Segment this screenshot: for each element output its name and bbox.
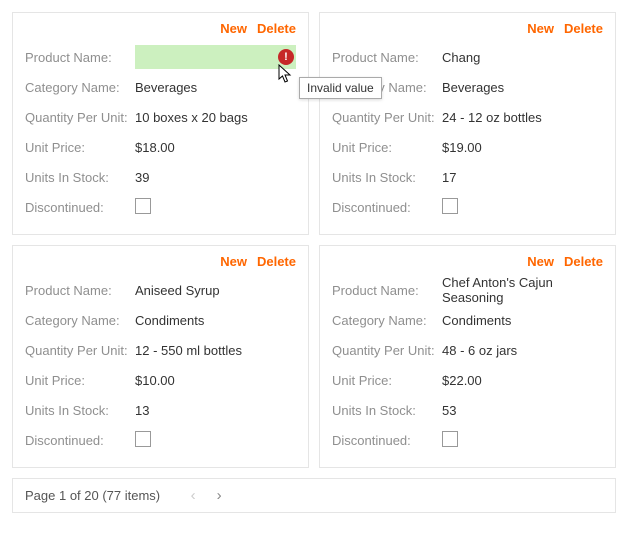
field-value: 53 bbox=[442, 403, 603, 418]
field-label: Product Name: bbox=[25, 50, 135, 65]
validation-tooltip: Invalid value bbox=[299, 77, 382, 99]
discontinued-checkbox[interactable] bbox=[135, 198, 151, 214]
error-icon[interactable]: ! bbox=[278, 49, 294, 65]
field-row: Product Name:Aniseed Syrup bbox=[25, 275, 296, 305]
new-button[interactable]: New bbox=[527, 21, 554, 36]
field-row: Quantity Per Unit:12 - 550 ml bottles bbox=[25, 335, 296, 365]
field-value: 48 - 6 oz jars bbox=[442, 343, 603, 358]
field-row: Unit Price:$18.00 bbox=[25, 132, 296, 162]
delete-button[interactable]: Delete bbox=[564, 21, 603, 36]
discontinued-checkbox[interactable] bbox=[442, 431, 458, 447]
field-value: Condiments bbox=[442, 313, 603, 328]
pager-bar: Page 1 of 20 (77 items) ‹ › bbox=[12, 478, 616, 513]
field-row: Category Name:Condiments bbox=[332, 305, 603, 335]
field-row: Unit Price:$19.00 bbox=[332, 132, 603, 162]
field-row: Discontinued: bbox=[332, 425, 603, 455]
field-row: Quantity Per Unit:10 boxes x 20 bags bbox=[25, 102, 296, 132]
field-label: Units In Stock: bbox=[332, 403, 442, 418]
pager-prev-button[interactable]: ‹ bbox=[180, 487, 206, 504]
field-row: Quantity Per Unit:24 - 12 oz bottles bbox=[332, 102, 603, 132]
product-card: NewDeleteProduct Name:ChangCategory Name… bbox=[319, 12, 616, 235]
field-row: Quantity Per Unit:48 - 6 oz jars bbox=[332, 335, 603, 365]
field-value: Aniseed Syrup bbox=[135, 283, 296, 298]
field-label: Unit Price: bbox=[25, 373, 135, 388]
field-row: Product Name:! bbox=[25, 42, 296, 72]
field-label: Units In Stock: bbox=[25, 170, 135, 185]
field-label: Quantity Per Unit: bbox=[332, 110, 442, 125]
field-row: Units In Stock:39 bbox=[25, 162, 296, 192]
field-label: Discontinued: bbox=[25, 433, 135, 448]
field-label: Unit Price: bbox=[332, 373, 442, 388]
field-value: $19.00 bbox=[442, 140, 603, 155]
discontinued-checkbox[interactable] bbox=[135, 431, 151, 447]
field-row: Category Name:Condiments bbox=[25, 305, 296, 335]
field-value: Chang bbox=[442, 50, 603, 65]
new-button[interactable]: New bbox=[220, 254, 247, 269]
field-value: $22.00 bbox=[442, 373, 603, 388]
pager-next-button[interactable]: › bbox=[206, 487, 232, 504]
new-button[interactable]: New bbox=[527, 254, 554, 269]
field-row: Category Name:Beverages bbox=[25, 72, 296, 102]
field-value: $10.00 bbox=[135, 373, 296, 388]
field-label: Product Name: bbox=[332, 50, 442, 65]
product-card: New Delete Product Name:Chef Anton's Cajun… bbox=[319, 245, 616, 468]
product-card: NewDeleteProduct Name:Aniseed SyrupCateg… bbox=[12, 245, 309, 468]
field-label: Units In Stock: bbox=[332, 170, 442, 185]
field-row: Units In Stock:17 bbox=[332, 162, 603, 192]
field-value: Chef Anton's Cajun Seasoning bbox=[442, 275, 603, 305]
delete-button[interactable]: Delete bbox=[257, 254, 296, 269]
field-label: Units In Stock: bbox=[25, 403, 135, 418]
field-value: Beverages bbox=[135, 80, 296, 95]
field-label: Category Name: bbox=[25, 313, 135, 328]
field-value: 12 - 550 ml bottles bbox=[135, 343, 296, 358]
pager-info: Page 1 of 20 (77 items) bbox=[25, 488, 160, 503]
field-value: 17 bbox=[442, 170, 603, 185]
field-row: Product Name:Chef Anton's Cajun Seasonin… bbox=[332, 275, 603, 305]
product-card: NewDeleteProduct Name:!Category Name:Bev… bbox=[12, 12, 309, 235]
field-value: Beverages bbox=[442, 80, 603, 95]
field-label: Quantity Per Unit: bbox=[332, 343, 442, 358]
field-label: Product Name: bbox=[332, 283, 442, 298]
field-value: 13 bbox=[135, 403, 296, 418]
field-label: Quantity Per Unit: bbox=[25, 343, 135, 358]
field-value: 10 boxes x 20 bags bbox=[135, 110, 296, 125]
field-label: Discontinued: bbox=[332, 433, 442, 448]
field-label: Quantity Per Unit: bbox=[25, 110, 135, 125]
delete-button[interactable]: Delete bbox=[257, 21, 296, 36]
field-label: Category Name: bbox=[25, 80, 135, 95]
field-row: Units In Stock:53 bbox=[332, 395, 603, 425]
discontinued-checkbox[interactable] bbox=[442, 198, 458, 214]
new-button[interactable]: New bbox=[220, 21, 247, 36]
field-value: Condiments bbox=[135, 313, 296, 328]
field-label: Discontinued: bbox=[332, 200, 442, 215]
delete-button[interactable]: Delete bbox=[564, 254, 603, 269]
field-value: $18.00 bbox=[135, 140, 296, 155]
field-row: Units In Stock:13 bbox=[25, 395, 296, 425]
product-name-input[interactable]: ! bbox=[135, 45, 296, 69]
field-label: Discontinued: bbox=[25, 200, 135, 215]
field-row: Discontinued: bbox=[332, 192, 603, 222]
field-label: Category Name: bbox=[332, 313, 442, 328]
field-row: Discontinued: bbox=[25, 192, 296, 222]
field-value: 39 bbox=[135, 170, 296, 185]
field-row: Discontinued: bbox=[25, 425, 296, 455]
field-row: Unit Price:$10.00 bbox=[25, 365, 296, 395]
field-label: Product Name: bbox=[25, 283, 135, 298]
field-value: 24 - 12 oz bottles bbox=[442, 110, 603, 125]
field-label: Unit Price: bbox=[25, 140, 135, 155]
field-row: Product Name:Chang bbox=[332, 42, 603, 72]
field-label: Unit Price: bbox=[332, 140, 442, 155]
field-row: Unit Price:$22.00 bbox=[332, 365, 603, 395]
